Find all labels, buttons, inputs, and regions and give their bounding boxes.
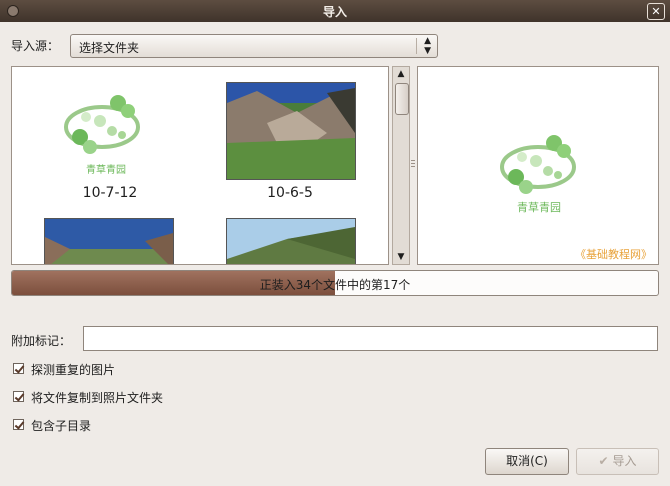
- scroll-up-icon[interactable]: ▲: [393, 69, 409, 79]
- thumbnail-scrollbar[interactable]: ▲ ▼: [392, 66, 410, 265]
- scrollbar-thumb[interactable]: [395, 83, 409, 115]
- scroll-down-icon[interactable]: ▼: [393, 252, 409, 262]
- landscape-photo-icon: [227, 83, 355, 179]
- import-button[interactable]: ✔ 导入: [576, 448, 659, 475]
- pane-resize-grip-icon[interactable]: [411, 160, 415, 170]
- watermark-text: 《基础教程网》: [575, 248, 652, 261]
- mountain-photo-icon: [227, 219, 355, 264]
- thumbnail-photo[interactable]: [226, 218, 356, 264]
- thumbnail-logo[interactable]: 青草青园: [60, 85, 146, 176]
- checkbox-label: 探测重复的图片: [31, 363, 116, 377]
- import-button-label: 导入: [612, 454, 637, 468]
- checkbox-checked-icon[interactable]: [13, 419, 24, 430]
- title-bar: 导入 ✕: [0, 0, 670, 22]
- window-title: 导入: [322, 5, 347, 19]
- updown-arrow-icon: ▲ ▼: [424, 36, 431, 56]
- thumbnail-label: 10-6-5: [267, 185, 313, 201]
- source-value: 选择文件夹: [79, 41, 140, 55]
- import-progress-bar: 正装入34个文件中的第17个: [11, 270, 659, 296]
- checkbox-checked-icon[interactable]: [13, 363, 24, 374]
- import-dialog: 导入 ✕ 导入源： 选择文件夹 ▲ ▼ 青草青园 10-7-12 10-6-5 …: [0, 0, 670, 486]
- thumbnail-list[interactable]: 青草青园 10-7-12 10-6-5: [11, 66, 389, 265]
- progress-text: 正装入34个文件中的第17个: [259, 278, 411, 292]
- logo-text: 青草青园: [86, 165, 126, 176]
- cancel-button[interactable]: 取消(C): [485, 448, 569, 475]
- checkbox-label: 包含子目录: [31, 419, 92, 433]
- close-icon[interactable]: ✕: [647, 3, 665, 20]
- checkbox-checked-icon[interactable]: [13, 391, 24, 402]
- checkbox-label: 将文件复制到照片文件夹: [31, 391, 164, 405]
- source-combo[interactable]: 选择文件夹 ▲ ▼: [70, 34, 438, 58]
- thumbnail-photo[interactable]: [226, 82, 356, 180]
- tags-label: 附加标记：: [11, 334, 72, 348]
- lake-photo-icon: [45, 219, 173, 264]
- thumbnail-photo[interactable]: [44, 218, 174, 264]
- checkmark-icon: ✔: [598, 454, 609, 468]
- source-label: 导入源：: [11, 39, 60, 53]
- thumbnail-label: 10-7-12: [82, 185, 138, 201]
- logo-text: 青草青园: [517, 201, 561, 214]
- preview-pane: 青草青园 《基础教程网》: [417, 66, 659, 265]
- combo-separator: [416, 38, 417, 54]
- tags-input[interactable]: [83, 326, 658, 351]
- clover-logo-icon: [64, 95, 140, 154]
